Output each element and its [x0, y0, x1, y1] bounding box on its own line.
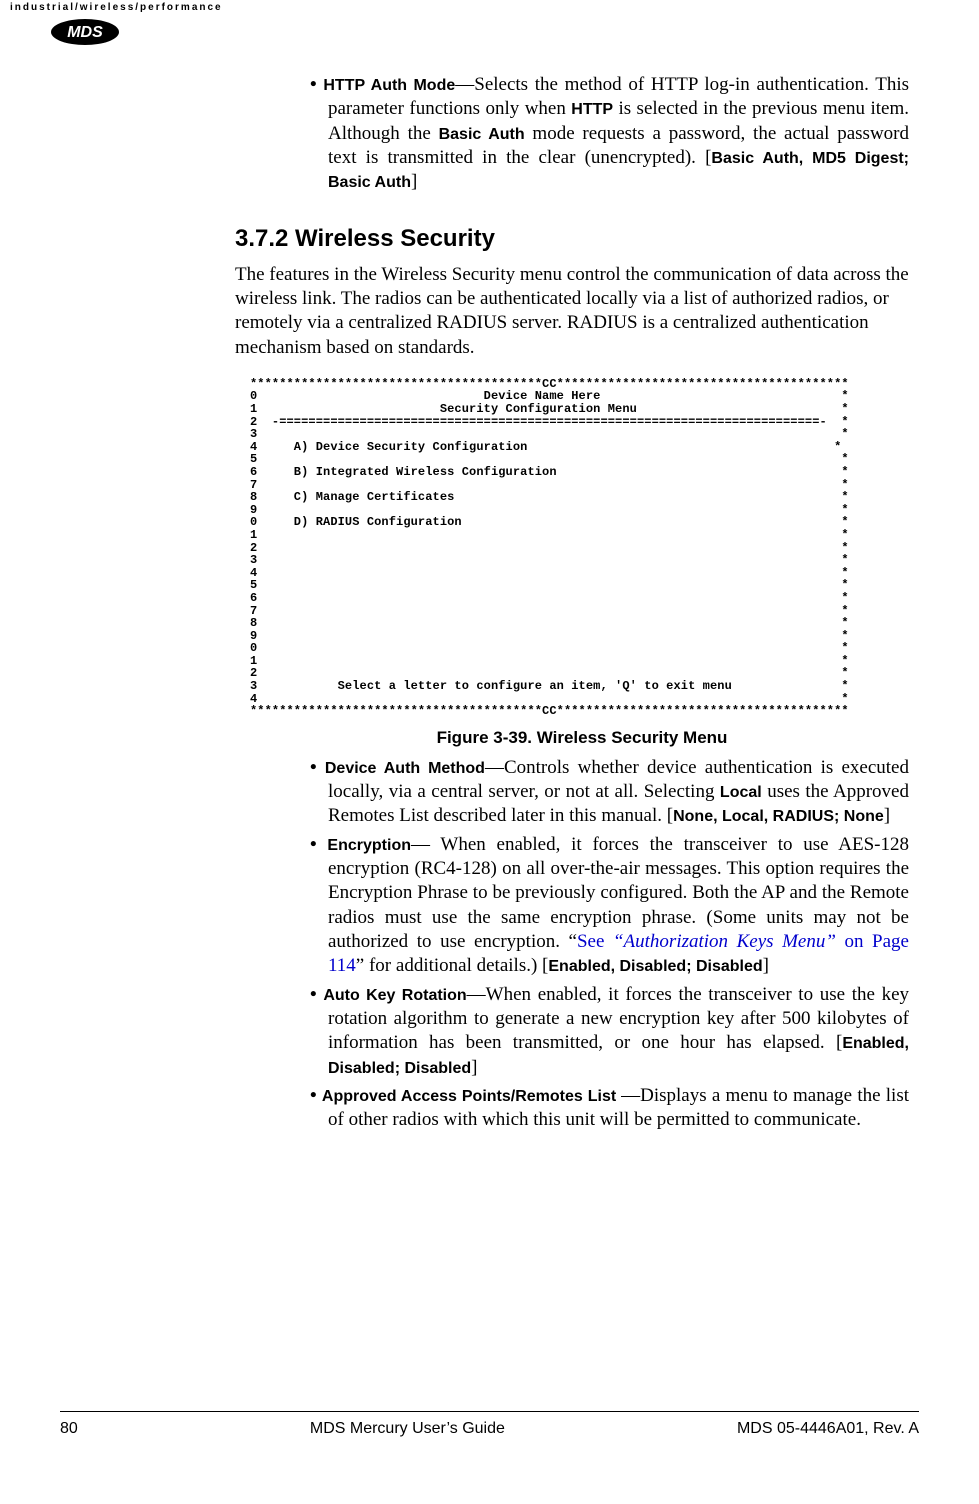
param-device-auth-method: Device Auth Method—Controls whether devi…: [310, 756, 909, 829]
section-heading: 3.7.2 Wireless Security: [235, 225, 909, 253]
brand-logo: MDS: [50, 18, 120, 46]
param-list-wireless-security: Device Auth Method—Controls whether devi…: [290, 756, 909, 1133]
header-tagline: industrial/wireless/performance: [10, 2, 223, 13]
param-term: Device Auth Method: [325, 760, 485, 777]
param-term: Encryption: [327, 837, 411, 854]
param-term: Approved Access Points/Remotes List: [322, 1088, 621, 1105]
param-term: Auto Key Rotation: [323, 987, 466, 1004]
footer-page-number: 80: [60, 1420, 78, 1438]
param-http-auth-mode: HTTP Auth Mode—Selects the method of HTT…: [310, 73, 909, 195]
param-approved-list: Approved Access Points/Remotes List —Dis…: [310, 1084, 909, 1133]
terminal-figure: ****************************************…: [250, 378, 909, 718]
footer-docnum: MDS 05-4446A01, Rev. A: [737, 1420, 919, 1438]
footer-rule: [60, 1411, 919, 1412]
param-term: HTTP Auth Mode: [323, 77, 455, 94]
footer-title: MDS Mercury User’s Guide: [310, 1420, 505, 1438]
section-body: The features in the Wireless Security me…: [235, 263, 909, 360]
terminal-output: ****************************************…: [250, 378, 909, 718]
figure-caption: Figure 3-39. Wireless Security Menu: [255, 728, 909, 748]
svg-text:MDS: MDS: [67, 24, 103, 41]
param-list-http-auth: HTTP Auth Mode—Selects the method of HTT…: [290, 73, 909, 195]
param-encryption: Encryption— When enabled, it forces the …: [310, 833, 909, 979]
page-footer: 80 MDS Mercury User’s Guide MDS 05-4446A…: [60, 1420, 919, 1438]
param-auto-key-rotation: Auto Key Rotation—When enabled, it force…: [310, 983, 909, 1080]
